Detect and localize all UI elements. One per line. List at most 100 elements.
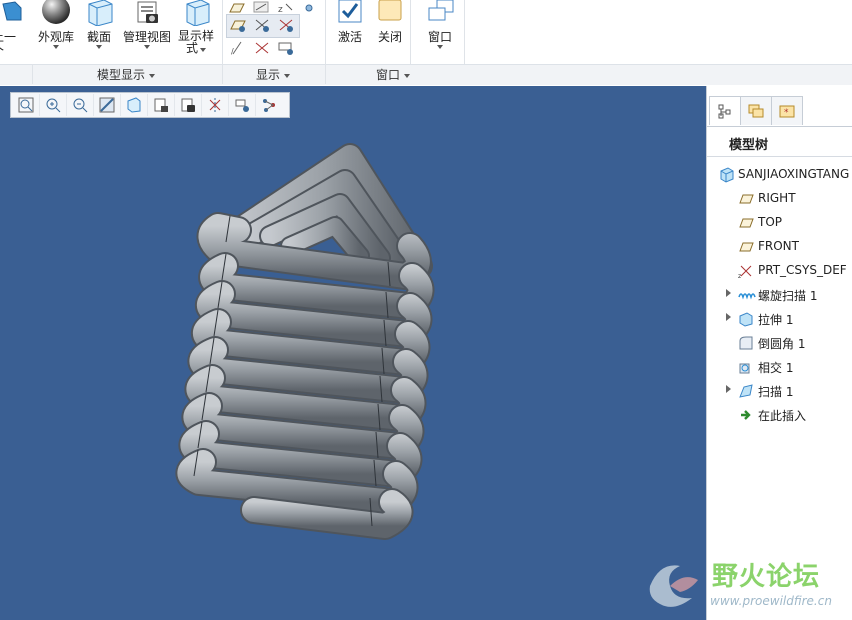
chevron-down-icon (437, 45, 443, 49)
spin-center-display-icon[interactable] (253, 40, 271, 56)
previous-view-icon (2, 1, 22, 21)
close-window-icon (378, 0, 402, 21)
chevron-down-icon (148, 74, 155, 78)
appearance-label: 外观库 (37, 30, 74, 44)
manage-views-icon (137, 1, 158, 23)
group-window-label: 窗口 (376, 68, 401, 82)
group-divider (32, 64, 33, 84)
divider (707, 156, 852, 157)
svg-text:z: z (738, 273, 741, 279)
manage-views-label: 管理视图 (122, 30, 171, 44)
display-style-icon (186, 0, 210, 26)
ribbon-toolbar: 上一 个 外观库 截面 管理视图 显示样 (0, 0, 852, 87)
tree-item[interactable]: 拉伸 1 (707, 308, 852, 330)
activate-check-icon (338, 0, 362, 23)
annotation-display-icon[interactable]: / (229, 40, 247, 56)
watermark: 野火论坛 www.proewildfire.cn (640, 548, 852, 620)
group-model-display-label: 模型显示 (97, 68, 146, 82)
windows-icon (428, 0, 454, 21)
previous-button[interactable]: 上一 个 (0, 0, 26, 62)
previous-label-top: 上一 (0, 30, 17, 44)
tree-item-label: PRT_CSYS_DEF (758, 263, 847, 277)
windows-button[interactable]: 窗口 (412, 0, 468, 62)
expand-arrow-icon[interactable] (726, 385, 731, 393)
tree-item-label: 倒圆角 1 (758, 337, 806, 351)
tree-item[interactable]: 倒圆角 1 (707, 332, 852, 354)
group-divider (222, 64, 223, 84)
appearance-sphere-icon (42, 0, 70, 24)
section-box-icon (88, 0, 113, 26)
tree-item-label: 在此插入 (758, 409, 807, 423)
group-model-display[interactable]: 模型显示 (97, 66, 155, 83)
chevron-down-icon (283, 74, 290, 78)
expand-arrow-icon[interactable] (726, 289, 731, 297)
group-display[interactable]: 显示 (256, 66, 290, 83)
previous-label-bottom: 个 (0, 44, 4, 58)
panel-tabs: * (707, 96, 852, 127)
tree-item[interactable]: 扫描 1 (707, 380, 852, 402)
csys-display-icon[interactable] (300, 0, 318, 16)
tree-item[interactable]: 相交 1 (707, 356, 852, 378)
tree-item-label: TOP (758, 215, 783, 229)
windows-label: 窗口 (427, 30, 452, 44)
expand-arrow-icon[interactable] (726, 313, 731, 321)
chevron-down-icon (200, 48, 206, 52)
tree-item[interactable]: FRONT (707, 236, 852, 258)
tree-item-label: 相交 1 (758, 361, 794, 375)
manage-views-button[interactable]: 管理视图 (119, 0, 175, 62)
datum-plane-icon (738, 191, 754, 207)
tree-item-label: RIGHT (758, 191, 796, 205)
watermark-url: www.proewildfire.cn (710, 594, 832, 608)
chevron-down-icon (96, 45, 102, 49)
tree-item[interactable]: z PRT_CSYS_DEF (707, 260, 852, 282)
model-tree-title: 模型树 (729, 138, 769, 153)
tree-item-label: FRONT (758, 239, 799, 253)
watermark-title: 野火论坛 (712, 562, 821, 592)
extrude-icon (738, 311, 754, 327)
csys-icon: z (738, 263, 754, 280)
chevron-down-icon (403, 74, 410, 78)
sweep-icon (738, 383, 754, 399)
tree-item[interactable]: TOP (707, 212, 852, 234)
model-tree-panel: * 模型树 SANJIAOXINGTANG RIGHT TOP FRONT z PRT_C… (706, 86, 852, 620)
tree-item-label: 拉伸 1 (758, 313, 794, 327)
insert-here-arrow-icon (738, 407, 754, 423)
graphics-viewport[interactable] (0, 86, 706, 620)
display-style-label-bottom: 式 (185, 41, 198, 55)
tree-item[interactable]: RIGHT (707, 188, 852, 210)
tree-item-label: SANJIAOXINGTANG (738, 167, 850, 181)
coil-model[interactable] (0, 86, 706, 620)
svg-text:*: * (784, 108, 789, 118)
svg-text:/: / (231, 47, 234, 56)
chevron-down-icon (53, 45, 59, 49)
round-icon (738, 335, 754, 351)
tab-favorites[interactable]: * (771, 96, 803, 125)
saved-orientation-icon[interactable] (277, 40, 295, 56)
model-tree-tab-icon (718, 104, 731, 119)
axis-tag-icon[interactable] (253, 17, 271, 33)
section-label: 截面 (86, 30, 111, 44)
watermark-logo-icon (649, 565, 698, 607)
tree-item-label: 螺旋扫描 1 (758, 289, 818, 303)
csys-tag-icon[interactable] (277, 17, 295, 33)
group-divider (325, 64, 326, 84)
tab-model-tree[interactable] (709, 96, 741, 125)
part-icon (719, 167, 735, 183)
group-window[interactable]: 窗口 (376, 66, 410, 83)
chevron-down-icon (144, 45, 150, 49)
display-style-button[interactable]: 显示样 式 (170, 0, 222, 62)
layer-tree-tab-icon (748, 104, 764, 118)
intersect-icon (738, 359, 754, 375)
plane-tag-icon[interactable] (229, 17, 247, 33)
tree-item-label: 扫描 1 (758, 385, 794, 399)
activate-label: 激活 (337, 30, 362, 44)
datum-plane-icon (738, 239, 754, 255)
helical-sweep-icon (738, 287, 756, 303)
tree-item[interactable]: 在此插入 (707, 404, 852, 426)
favorites-tab-icon: * (779, 105, 795, 118)
tree-item[interactable]: SANJIAOXINGTANG (707, 164, 852, 186)
tree-item[interactable]: 螺旋扫描 1 (707, 284, 852, 306)
tab-layer-tree[interactable] (740, 96, 772, 125)
group-display-label: 显示 (256, 68, 281, 82)
close-label: 关闭 (377, 30, 402, 44)
